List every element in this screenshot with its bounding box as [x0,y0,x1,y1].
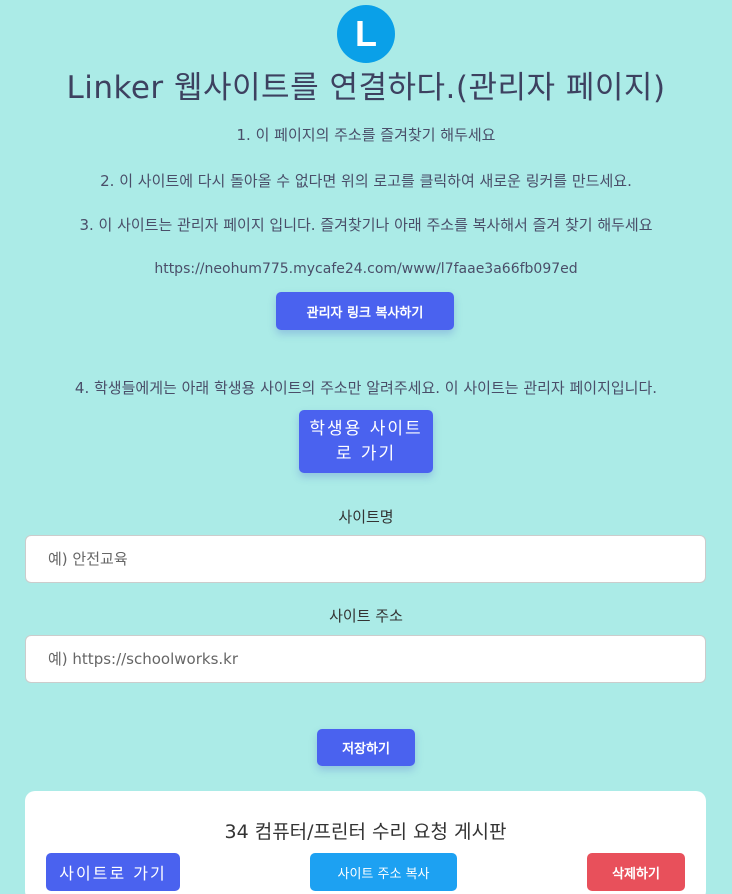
instruction-step-2: 2. 이 사이트에 다시 돌아올 수 없다면 위의 로고를 클릭하여 새로운 링… [100,172,632,190]
site-url-label: 사이트 주소 [329,607,403,625]
site-card-title: 34 컴퓨터/프린터 수리 요청 게시판 [224,821,507,843]
site-name-label: 사이트명 [338,508,394,526]
student-site-button[interactable]: 학생용 사이트로 가기 [299,410,433,473]
site-name-input[interactable] [25,535,706,583]
copy-site-url-button[interactable]: 사이트 주소 복사 [310,853,457,891]
logo-letter: L [355,13,377,54]
site-url-input[interactable] [25,635,706,683]
delete-button[interactable]: 삭제하기 [587,853,685,891]
site-card: 34 컴퓨터/프린터 수리 요청 게시판 사이트로 가기 사이트 주소 복사 삭… [25,791,706,894]
instruction-step-4: 4. 학생들에게는 아래 학생용 사이트의 주소만 알려주세요. 이 사이트는 … [74,379,658,397]
page-title: Linker 웹사이트를 연결하다.(관리자 페이지) [66,70,666,106]
go-to-site-button[interactable]: 사이트로 가기 [46,853,180,891]
admin-url: https://neohum775.mycafe24.com/www/l7faa… [154,261,578,277]
copy-admin-link-button[interactable]: 관리자 링크 복사하기 [276,292,454,330]
instruction-step-3: 3. 이 사이트는 관리자 페이지 입니다. 즐겨찾기나 아래 주소를 복사해서… [79,216,653,234]
instruction-step-1: 1. 이 페이지의 주소를 즐겨찾기 해두세요 [236,126,496,144]
save-button[interactable]: 저장하기 [317,729,415,766]
logo-button[interactable]: L [337,5,395,63]
